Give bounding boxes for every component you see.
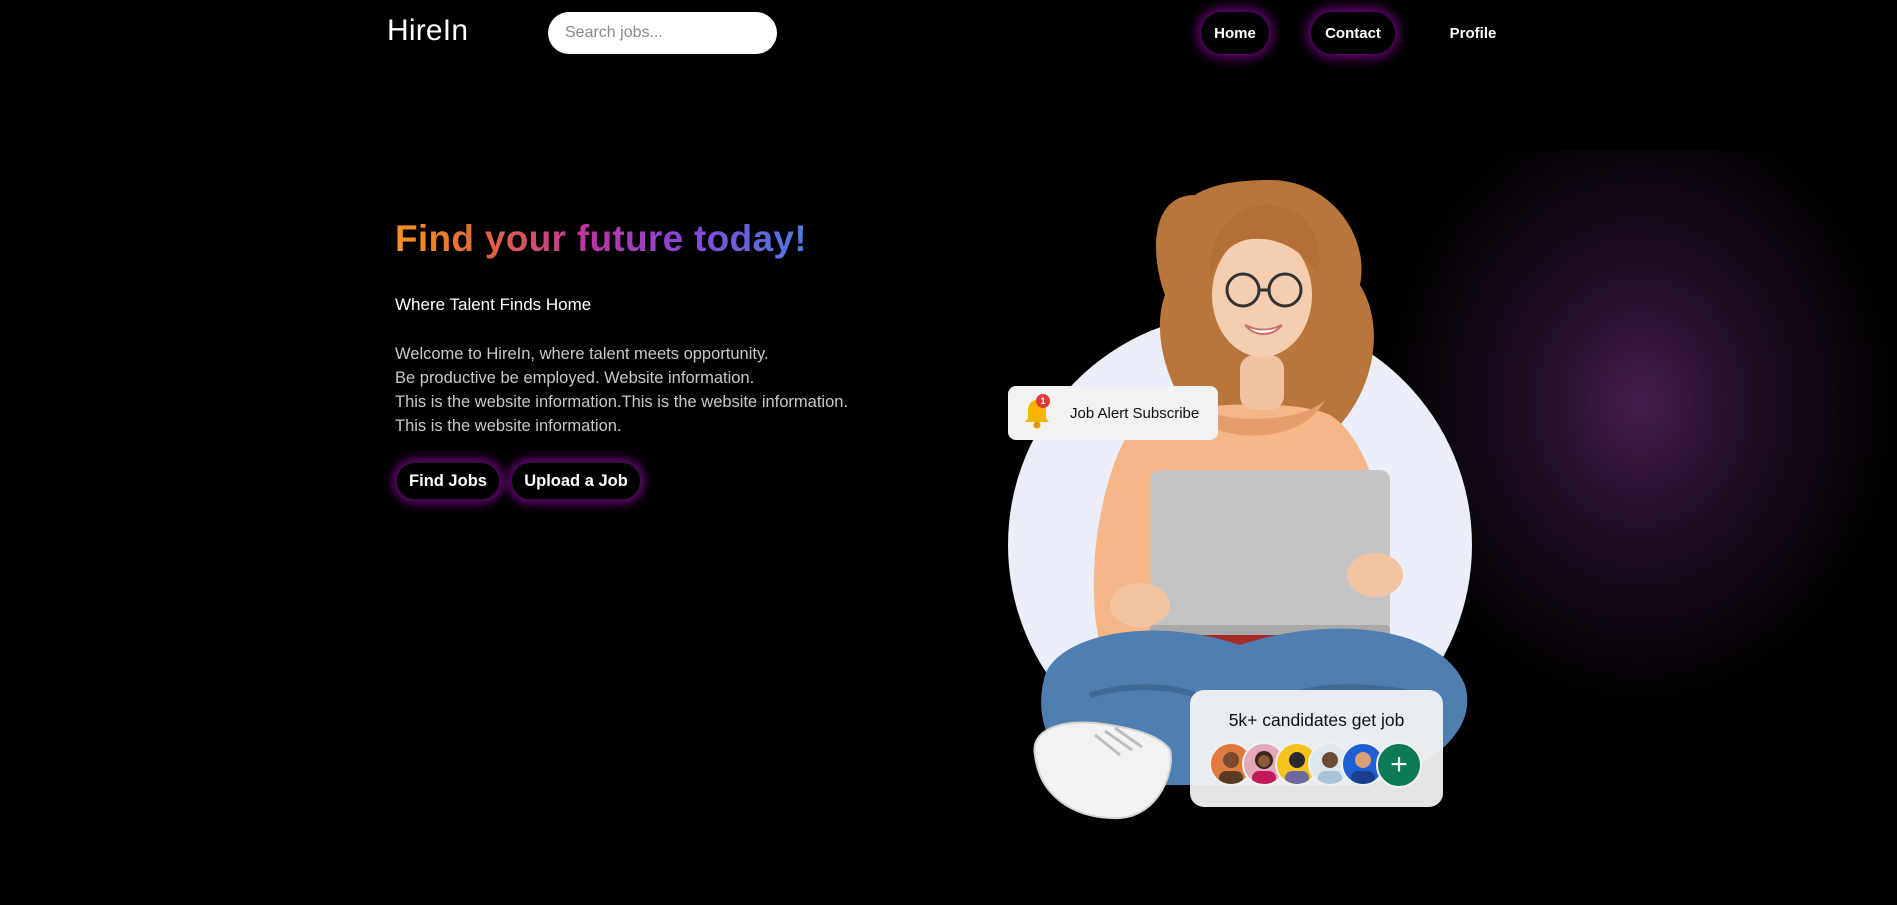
hero-title: Find your future today! xyxy=(395,218,807,259)
job-alert-card[interactable]: 1 Job Alert Subscribe xyxy=(1008,386,1218,440)
description-line: Welcome to HireIn, where talent meets op… xyxy=(395,345,769,363)
shoe-shape xyxy=(1033,721,1172,820)
description-line: Be productive be employed. Website infor… xyxy=(395,369,755,387)
description-line: This is the website information.This is … xyxy=(395,393,849,411)
job-alert-label: Job Alert Subscribe xyxy=(1070,404,1200,422)
search-input[interactable] xyxy=(548,12,777,54)
add-candidate-button[interactable]: + xyxy=(1376,742,1422,788)
hand-left xyxy=(1110,583,1170,627)
page: HireIn Home Contact Profile Find your fu… xyxy=(0,0,1897,905)
nav-contact-button[interactable]: Contact xyxy=(1311,12,1395,54)
candidates-title: 5k+ candidates get job xyxy=(1228,710,1405,730)
neck-shape xyxy=(1240,355,1284,410)
hand-right xyxy=(1347,553,1403,597)
upload-job-button[interactable]: Upload a Job xyxy=(510,461,642,501)
bell-icon: 1 xyxy=(1022,394,1052,430)
nav-home-button[interactable]: Home xyxy=(1201,12,1269,54)
description-line: This is the website information. xyxy=(395,417,622,435)
logo[interactable]: HireIn xyxy=(387,14,468,48)
hero-tagline: Where Talent Finds Home xyxy=(395,295,592,314)
nav-profile-button[interactable]: Profile xyxy=(1437,12,1509,54)
candidates-card: 5k+ candidates get job + xyxy=(1190,690,1443,807)
find-jobs-button[interactable]: Find Jobs xyxy=(395,461,501,501)
avatar-group: + xyxy=(1209,742,1439,788)
notification-badge: 1 xyxy=(1036,394,1050,408)
laptop-shape xyxy=(1150,470,1390,635)
hero-description: Welcome to HireIn, where talent meets op… xyxy=(395,342,848,438)
